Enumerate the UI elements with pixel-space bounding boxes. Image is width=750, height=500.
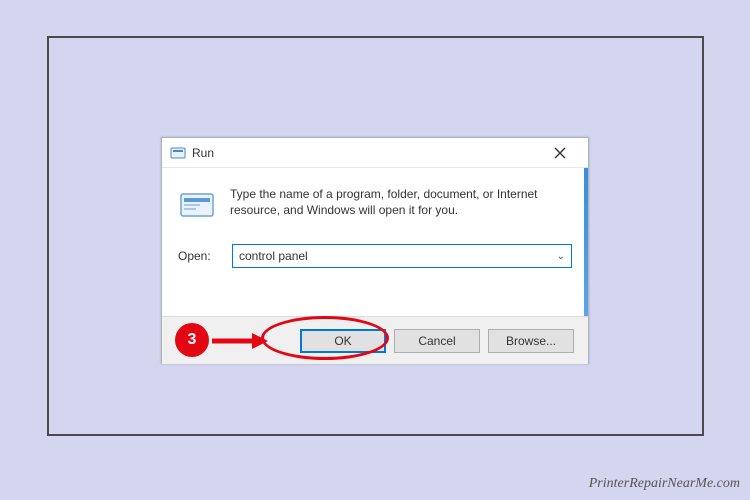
dialog-body: Type the name of a program, folder, docu… — [162, 168, 588, 316]
titlebar: Run — [162, 138, 588, 168]
dialog-description: Type the name of a program, folder, docu… — [230, 186, 572, 224]
ok-button[interactable]: OK — [300, 329, 386, 353]
open-label: Open: — [178, 249, 220, 263]
cancel-button[interactable]: Cancel — [394, 329, 480, 353]
open-input-value: control panel — [239, 249, 557, 263]
step-number-badge: 3 — [175, 323, 209, 357]
run-large-icon — [178, 186, 216, 224]
run-icon — [170, 145, 186, 161]
open-combobox[interactable]: control panel ⌄ — [232, 244, 572, 268]
watermark-text: PrinterRepairNearMe.com — [589, 476, 740, 492]
arrow-icon — [210, 331, 268, 351]
step-number-text: 3 — [188, 331, 197, 349]
dialog-title: Run — [192, 146, 214, 160]
browse-button-label: Browse... — [506, 334, 556, 348]
browse-button[interactable]: Browse... — [488, 329, 574, 353]
ok-button-label: OK — [334, 334, 351, 348]
chevron-down-icon: ⌄ — [557, 251, 565, 262]
close-button[interactable] — [540, 139, 580, 167]
window-edge-decoration — [584, 168, 588, 316]
cancel-button-label: Cancel — [418, 334, 455, 348]
run-dialog: Run Type the name of a program, folder, … — [161, 137, 589, 364]
